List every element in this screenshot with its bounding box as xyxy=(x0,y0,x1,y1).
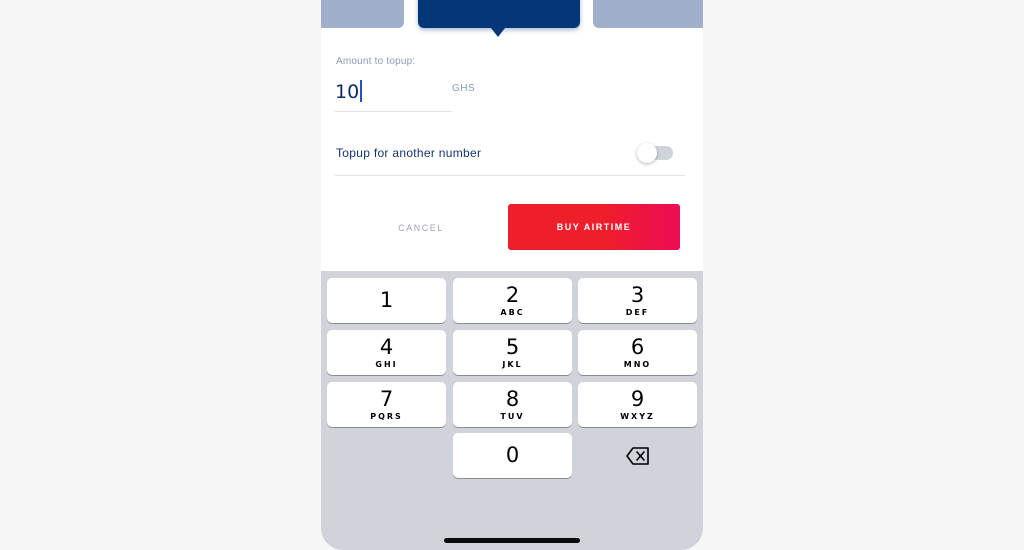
another-number-toggle[interactable] xyxy=(637,143,673,163)
key-4[interactable]: 4 GHI xyxy=(327,330,446,375)
operator-card-selected[interactable] xyxy=(418,0,580,28)
key-letters: DEF xyxy=(625,308,650,317)
backspace-icon xyxy=(625,446,649,465)
text-caret xyxy=(360,80,362,102)
phone-screen: Amount to topup: 10 GHS Topup for anothe… xyxy=(321,0,703,550)
key-digit: 7 xyxy=(379,387,394,411)
key-digit: 3 xyxy=(630,283,645,307)
key-digit: 1 xyxy=(379,288,394,312)
key-letters: MNO xyxy=(623,360,652,369)
another-number-row: Topup for another number xyxy=(335,130,685,176)
operator-carousel xyxy=(321,0,703,37)
key-7[interactable]: 7 PQRS xyxy=(327,382,446,427)
key-6[interactable]: 6 MNO xyxy=(578,330,697,375)
key-letters: GHI xyxy=(375,360,398,369)
key-digit: 2 xyxy=(505,283,520,307)
operator-card-next[interactable] xyxy=(593,0,703,28)
key-8[interactable]: 8 TUV xyxy=(453,382,572,427)
cancel-button[interactable]: CANCEL xyxy=(351,205,491,250)
amount-label: Amount to topup: xyxy=(336,56,416,67)
numeric-keypad: 1 2 ABC 3 DEF 4 GHI 5 JKL 6 MNO 7 PQRS 8 TUV 9W… xyxy=(321,271,703,550)
backspace-key[interactable] xyxy=(578,433,697,478)
key-2[interactable]: 2 ABC xyxy=(453,278,572,323)
key-digit: 9 xyxy=(630,387,645,411)
key-letters: TUV xyxy=(500,412,525,421)
key-1[interactable]: 1 xyxy=(327,278,446,323)
key-9[interactable]: 9 WXYZ xyxy=(578,382,697,427)
key-letters: PQRS xyxy=(370,412,403,421)
key-digit: 8 xyxy=(505,387,520,411)
key-0[interactable]: 0 xyxy=(453,433,572,478)
home-indicator[interactable] xyxy=(444,538,580,543)
key-digit: 6 xyxy=(630,335,645,359)
key-3[interactable]: 3 DEF xyxy=(578,278,697,323)
selected-pointer-icon xyxy=(491,28,505,37)
key-digit: 5 xyxy=(505,335,520,359)
key-digit: 0 xyxy=(505,443,520,467)
key-letters: WXYZ xyxy=(620,412,655,421)
key-5[interactable]: 5 JKL xyxy=(453,330,572,375)
another-number-label: Topup for another number xyxy=(336,146,482,160)
amount-text: 10 xyxy=(335,81,360,103)
amount-value[interactable]: 10 xyxy=(335,80,362,103)
key-letters: ABC xyxy=(500,308,525,317)
operator-card-previous[interactable] xyxy=(321,0,404,28)
key-digit: 4 xyxy=(379,335,394,359)
key-letters: JKL xyxy=(502,360,523,369)
buy-airtime-button[interactable]: BUY AIRTIME xyxy=(508,204,680,250)
toggle-knob xyxy=(637,143,657,163)
currency-label: GHS xyxy=(452,83,476,94)
